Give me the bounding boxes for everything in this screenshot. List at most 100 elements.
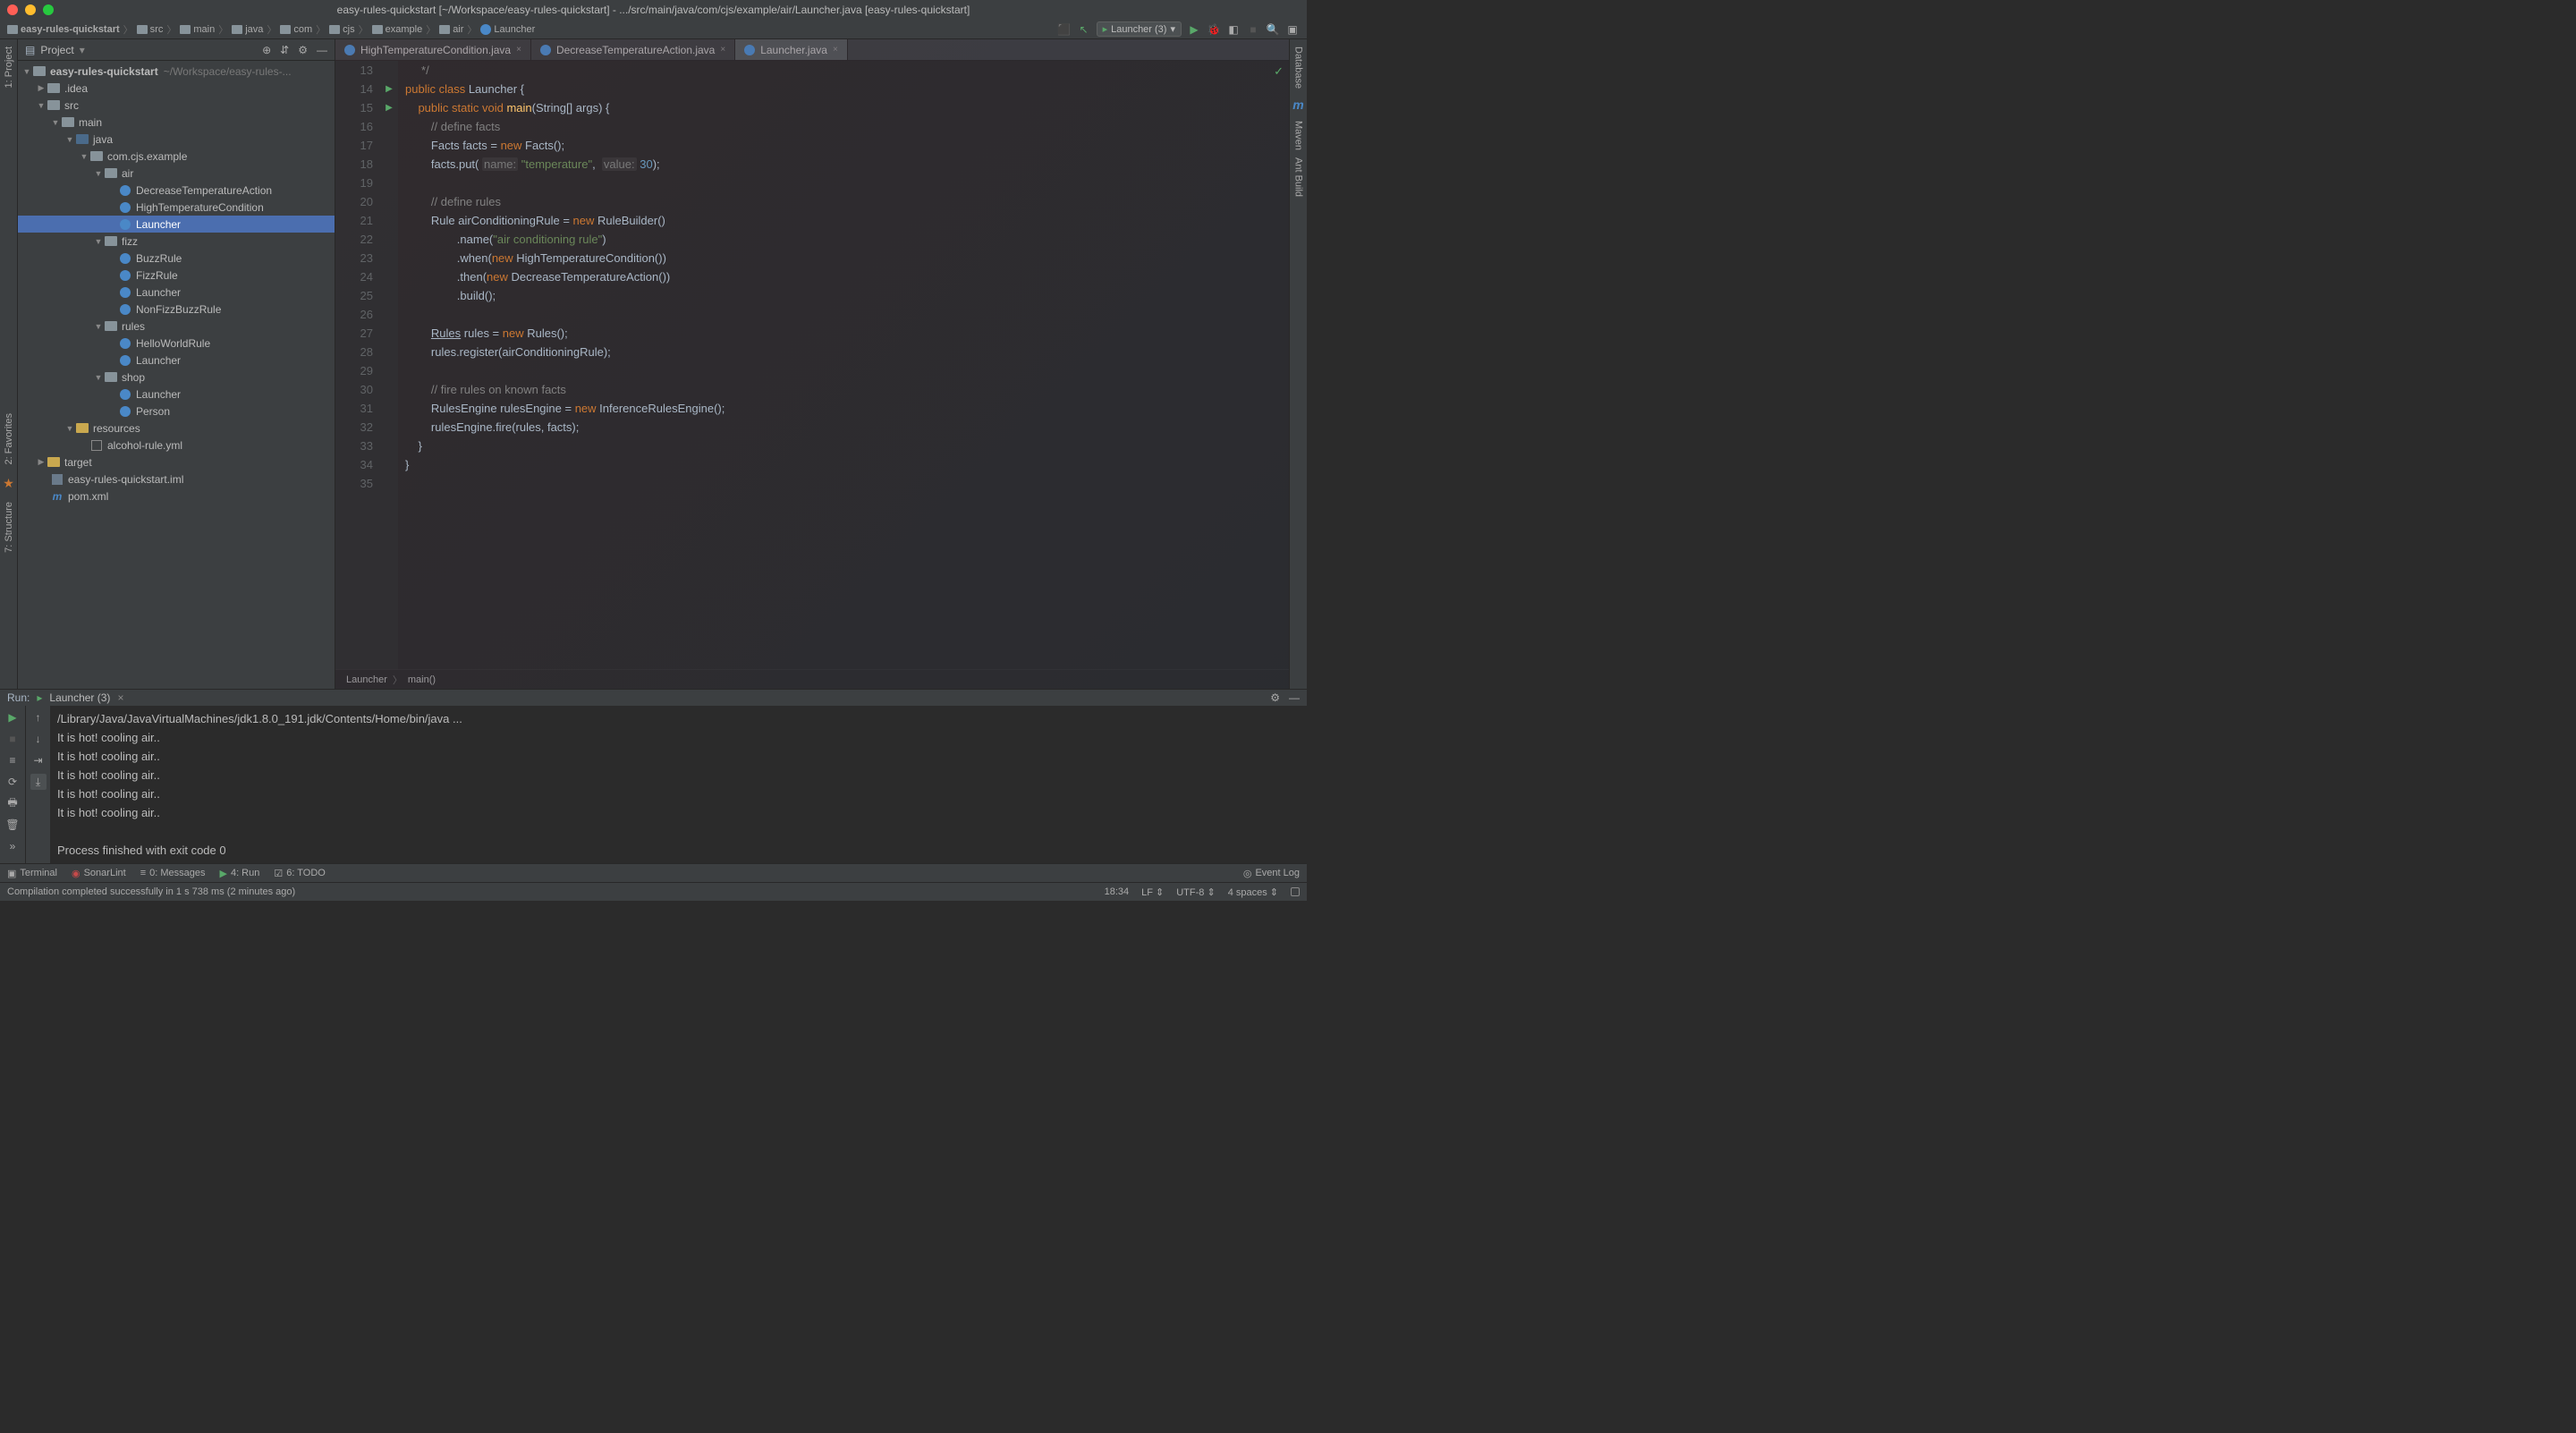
- folder-icon: [280, 25, 291, 34]
- status-bar: Compilation completed successfully in 1 …: [0, 882, 1307, 901]
- panel-icon: ▤: [25, 44, 35, 56]
- maximize-button[interactable]: [43, 4, 54, 15]
- stop-icon[interactable]: ■: [4, 731, 21, 747]
- run-toolbar-mid: ↑ ↓ ⇥ ⤓: [25, 706, 50, 863]
- editor-tab[interactable]: DecreaseTemperatureAction.java×: [531, 39, 735, 60]
- rerun-icon[interactable]: ▶: [4, 709, 21, 725]
- coverage-button[interactable]: ◧: [1226, 22, 1241, 37]
- caret-position[interactable]: 18:34: [1105, 886, 1130, 897]
- breadcrumb-item[interactable]: main: [180, 24, 215, 35]
- close-icon[interactable]: ×: [720, 45, 725, 55]
- class-icon: [344, 45, 355, 55]
- breadcrumb-item[interactable]: easy-rules-quickstart: [7, 24, 120, 35]
- trash-icon[interactable]: 🗑: [4, 817, 21, 833]
- editor-crumbs: Launcher 〉 main(): [335, 669, 1289, 689]
- collapse-icon[interactable]: ⇵: [280, 44, 289, 56]
- target-icon[interactable]: ⊕: [262, 44, 271, 56]
- maven-tab[interactable]: Maven: [1292, 117, 1306, 154]
- terminal-tab[interactable]: ▣Terminal: [0, 868, 64, 879]
- folder-icon: [372, 25, 383, 34]
- todo-icon: ☑: [274, 868, 283, 879]
- chevron-down-icon: ▾: [1170, 23, 1175, 35]
- gear-icon[interactable]: ⚙: [1270, 691, 1280, 704]
- down-icon[interactable]: ↓: [30, 731, 47, 747]
- hide-icon[interactable]: —: [1289, 691, 1300, 704]
- crumb-item[interactable]: Launcher: [346, 674, 387, 685]
- event-log-tab[interactable]: ◎Event Log: [1236, 868, 1307, 879]
- breadcrumb-item[interactable]: src: [137, 24, 164, 35]
- star-icon[interactable]: ★: [3, 476, 14, 491]
- close-icon[interactable]: ×: [833, 45, 838, 55]
- restore-icon[interactable]: ⟳: [4, 774, 21, 790]
- messages-tab[interactable]: ≡0: Messages: [133, 868, 213, 878]
- sonarlint-icon: ◉: [72, 868, 80, 879]
- project-tab[interactable]: 1: Project: [2, 43, 16, 91]
- settings-icon[interactable]: ▣: [1285, 22, 1300, 37]
- breadcrumb-item[interactable]: cjs: [329, 24, 354, 35]
- console-output[interactable]: /Library/Java/JavaVirtualMachines/jdk1.8…: [50, 706, 1307, 863]
- titlebar: easy-rules-quickstart [~/Workspace/easy-…: [0, 0, 1307, 20]
- stop-button[interactable]: ■: [1246, 22, 1260, 37]
- ant-tab[interactable]: Ant Build: [1292, 154, 1306, 200]
- scroll-icon[interactable]: ⤓: [30, 774, 47, 790]
- run-button[interactable]: ▶: [1187, 22, 1201, 37]
- print-icon[interactable]: 🖶: [4, 795, 21, 811]
- folder-icon: [232, 25, 242, 34]
- gear-icon[interactable]: ⚙: [298, 44, 308, 56]
- run-gutter: ▶▶: [380, 61, 398, 669]
- lock-icon[interactable]: [1291, 887, 1300, 896]
- crumb-item[interactable]: main(): [408, 674, 436, 685]
- run-toolbar-left: ▶ ■ ≡ ⟳ 🖶 🗑 »: [0, 706, 25, 863]
- class-icon: [540, 45, 551, 55]
- inspection-ok-icon: ✓: [1274, 64, 1284, 79]
- up-icon[interactable]: ↑: [30, 709, 47, 725]
- toolbar-right: ⬛ ↖ ▸ Launcher (3) ▾ ▶ 🐞 ◧ ■ 🔍 ▣: [1057, 21, 1300, 37]
- close-tab-icon[interactable]: ×: [117, 691, 123, 704]
- wrap-icon[interactable]: ⇥: [30, 752, 47, 768]
- debug-button[interactable]: 🐞: [1207, 22, 1221, 37]
- pin-icon[interactable]: ≡: [4, 752, 21, 768]
- hammer-icon[interactable]: ↖: [1077, 22, 1091, 37]
- database-tab[interactable]: Database: [1292, 43, 1306, 92]
- tree-row-selected: Launcher: [18, 216, 335, 233]
- minimize-button[interactable]: [25, 4, 36, 15]
- editor-tab-active[interactable]: Launcher.java×: [735, 39, 848, 60]
- project-panel-header: ▤ Project ▾ ⊕ ⇵ ⚙ —: [18, 39, 335, 61]
- maven-icon[interactable]: m: [1292, 98, 1303, 112]
- breadcrumb-item[interactable]: Launcher: [480, 24, 535, 35]
- project-tree[interactable]: ▼easy-rules-quickstart~/Workspace/easy-r…: [18, 61, 335, 689]
- search-icon[interactable]: 🔍: [1266, 22, 1280, 37]
- structure-tab[interactable]: 7: Structure: [2, 498, 16, 556]
- indent[interactable]: 4 spaces ⇕: [1228, 886, 1278, 898]
- event-log-icon: ◎: [1243, 868, 1252, 879]
- close-button[interactable]: [7, 4, 18, 15]
- sonarlint-tab[interactable]: ◉SonarLint: [64, 868, 133, 879]
- favorites-tab[interactable]: 2: Favorites: [2, 410, 16, 468]
- left-tool-strip: 1: Project 2: Favorites ★ 7: Structure: [0, 39, 18, 689]
- code-editor[interactable]: ✓ 13141516171819202122232425262728293031…: [335, 61, 1289, 669]
- breadcrumb-item[interactable]: java: [232, 24, 263, 35]
- expand-icon[interactable]: »: [4, 838, 21, 854]
- window-title: easy-rules-quickstart [~/Workspace/easy-…: [337, 4, 970, 16]
- line-separator[interactable]: LF ⇕: [1141, 886, 1164, 898]
- encoding[interactable]: UTF-8 ⇕: [1176, 886, 1215, 898]
- run-config-selector[interactable]: ▸ Launcher (3) ▾: [1097, 21, 1182, 37]
- terminal-icon: ▣: [7, 868, 16, 879]
- run-tab[interactable]: ▶4: Run: [212, 868, 267, 879]
- close-icon[interactable]: ×: [516, 45, 521, 55]
- right-tool-strip: Database m Maven Ant Build: [1289, 39, 1307, 689]
- hide-icon[interactable]: —: [317, 44, 327, 56]
- chevron-down-icon[interactable]: ▾: [80, 44, 85, 56]
- project-panel: ▤ Project ▾ ⊕ ⇵ ⚙ — ▼easy-rules-quicksta…: [18, 39, 335, 689]
- todo-tab[interactable]: ☑6: TODO: [267, 868, 332, 879]
- editor-tab[interactable]: HighTemperatureCondition.java×: [335, 39, 531, 60]
- class-icon: [744, 45, 755, 55]
- window-controls: [7, 4, 54, 15]
- build-icon[interactable]: ⬛: [1057, 22, 1072, 37]
- folder-icon: [7, 25, 18, 34]
- breadcrumb-item[interactable]: air: [439, 24, 463, 35]
- breadcrumb-item[interactable]: example: [372, 24, 423, 35]
- breadcrumb-item[interactable]: com: [280, 24, 312, 35]
- folder-icon: [137, 25, 148, 34]
- main-area: 1: Project 2: Favorites ★ 7: Structure ▤…: [0, 39, 1307, 689]
